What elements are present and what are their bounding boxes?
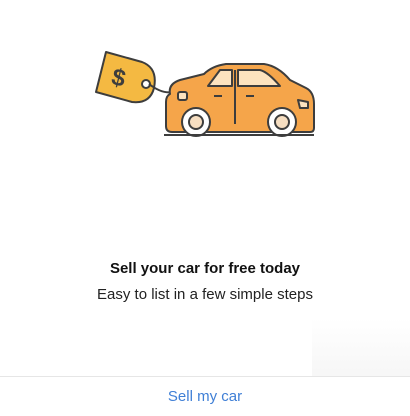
car-illustration: $ bbox=[92, 44, 320, 144]
sell-car-page: $ Sell your car for free today Easy to l… bbox=[0, 0, 410, 416]
price-tag-icon: $ bbox=[95, 51, 173, 104]
bottom-bar: Sell my car bbox=[0, 376, 410, 416]
car-icon bbox=[164, 63, 315, 137]
page-subtitle: Easy to list in a few simple steps bbox=[97, 286, 313, 303]
sell-my-car-link[interactable]: Sell my car bbox=[0, 388, 410, 405]
car-with-price-tag-icon: $ bbox=[95, 51, 315, 137]
page-title: Sell your car for free today bbox=[109, 260, 301, 277]
